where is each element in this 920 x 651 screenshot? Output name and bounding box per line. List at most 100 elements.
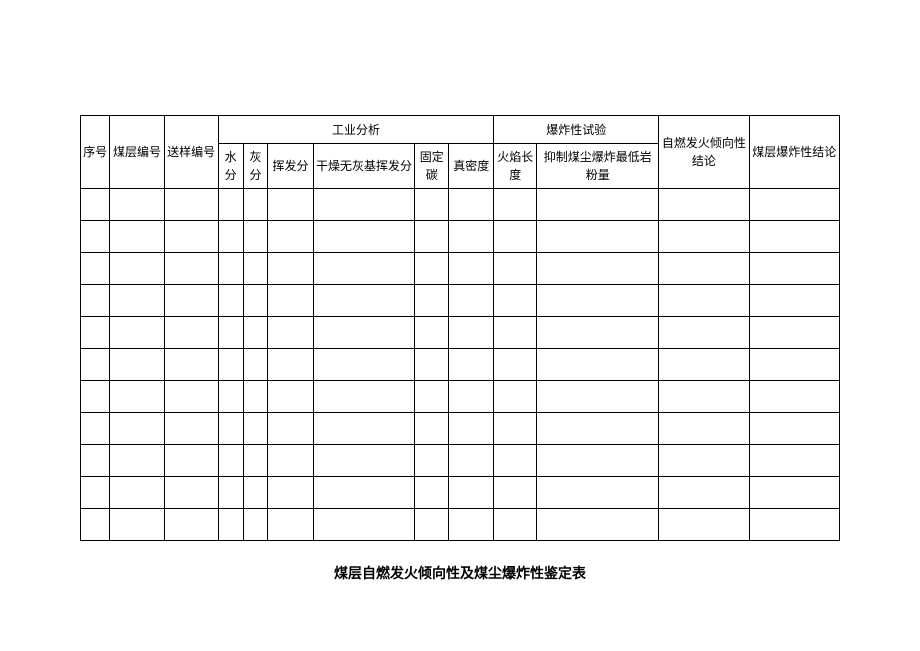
table-cell <box>268 317 313 349</box>
table-cell <box>81 413 110 445</box>
table-cell <box>268 221 313 253</box>
header-carbon: 固定碳 <box>415 144 449 189</box>
table-cell <box>313 477 415 509</box>
table-row <box>81 477 840 509</box>
table-cell <box>415 445 449 477</box>
table-cell <box>164 413 218 445</box>
table-cell <box>313 189 415 221</box>
table-cell <box>659 509 749 541</box>
table-cell <box>659 349 749 381</box>
table-cell <box>218 381 243 413</box>
table-cell <box>110 509 164 541</box>
table-caption: 煤层自燃发火倾向性及煤尘爆炸性鉴定表 <box>80 563 840 583</box>
table-row <box>81 445 840 477</box>
table-cell <box>81 221 110 253</box>
table-cell <box>449 509 494 541</box>
table-cell <box>218 509 243 541</box>
table-cell <box>494 477 537 509</box>
table-cell <box>81 509 110 541</box>
table-cell <box>537 349 659 381</box>
table-cell <box>415 381 449 413</box>
table-cell <box>268 285 313 317</box>
table-cell <box>110 413 164 445</box>
table-cell <box>313 317 415 349</box>
table-cell <box>110 253 164 285</box>
table-row <box>81 349 840 381</box>
table-cell <box>449 285 494 317</box>
table-cell <box>268 413 313 445</box>
table-cell <box>243 189 268 221</box>
table-cell <box>659 317 749 349</box>
table-cell <box>110 221 164 253</box>
table-cell <box>243 381 268 413</box>
table-cell <box>749 253 839 285</box>
table-cell <box>110 381 164 413</box>
table-cell <box>537 413 659 445</box>
table-row <box>81 285 840 317</box>
table-cell <box>164 317 218 349</box>
table-cell <box>218 445 243 477</box>
header-dry: 干燥无灰基挥发分 <box>313 144 415 189</box>
table-cell <box>243 413 268 445</box>
table-cell <box>494 285 537 317</box>
table-cell <box>449 445 494 477</box>
table-body <box>81 189 840 541</box>
header-density: 真密度 <box>449 144 494 189</box>
table-cell <box>243 253 268 285</box>
table-cell <box>449 317 494 349</box>
table-cell <box>659 285 749 317</box>
table-row <box>81 381 840 413</box>
header-water: 水分 <box>218 144 243 189</box>
header-volatile: 挥发分 <box>268 144 313 189</box>
table-cell <box>313 253 415 285</box>
table-cell <box>218 413 243 445</box>
table-cell <box>537 477 659 509</box>
table-cell <box>494 253 537 285</box>
table-cell <box>659 477 749 509</box>
table-cell <box>449 349 494 381</box>
header-rock: 抑制煤尘爆炸最低岩粉量 <box>537 144 659 189</box>
table-cell <box>494 381 537 413</box>
header-ignite: 自燃发火倾向性结论 <box>659 116 749 189</box>
table-cell <box>81 381 110 413</box>
table-cell <box>494 221 537 253</box>
table-cell <box>415 221 449 253</box>
table-cell <box>537 381 659 413</box>
table-cell <box>243 317 268 349</box>
table-cell <box>164 509 218 541</box>
table-cell <box>313 285 415 317</box>
table-cell <box>659 445 749 477</box>
table-cell <box>659 253 749 285</box>
table-cell <box>313 445 415 477</box>
table-cell <box>449 189 494 221</box>
table-cell <box>313 349 415 381</box>
table-cell <box>749 317 839 349</box>
table-cell <box>164 445 218 477</box>
table-cell <box>659 221 749 253</box>
table-cell <box>218 221 243 253</box>
table-cell <box>537 189 659 221</box>
table-cell <box>81 253 110 285</box>
table-cell <box>243 477 268 509</box>
table-cell <box>313 509 415 541</box>
table-cell <box>415 253 449 285</box>
table-cell <box>537 445 659 477</box>
table-cell <box>449 477 494 509</box>
table-cell <box>110 445 164 477</box>
table-cell <box>537 253 659 285</box>
table-row <box>81 413 840 445</box>
table-cell <box>81 285 110 317</box>
table-cell <box>659 381 749 413</box>
table-cell <box>449 253 494 285</box>
header-ash: 灰分 <box>243 144 268 189</box>
table-cell <box>268 381 313 413</box>
table-cell <box>415 509 449 541</box>
table-cell <box>81 445 110 477</box>
table-cell <box>268 189 313 221</box>
table-cell <box>415 349 449 381</box>
table-cell <box>659 413 749 445</box>
table-row <box>81 253 840 285</box>
table-cell <box>268 477 313 509</box>
table-row <box>81 221 840 253</box>
header-seq: 序号 <box>81 116 110 189</box>
